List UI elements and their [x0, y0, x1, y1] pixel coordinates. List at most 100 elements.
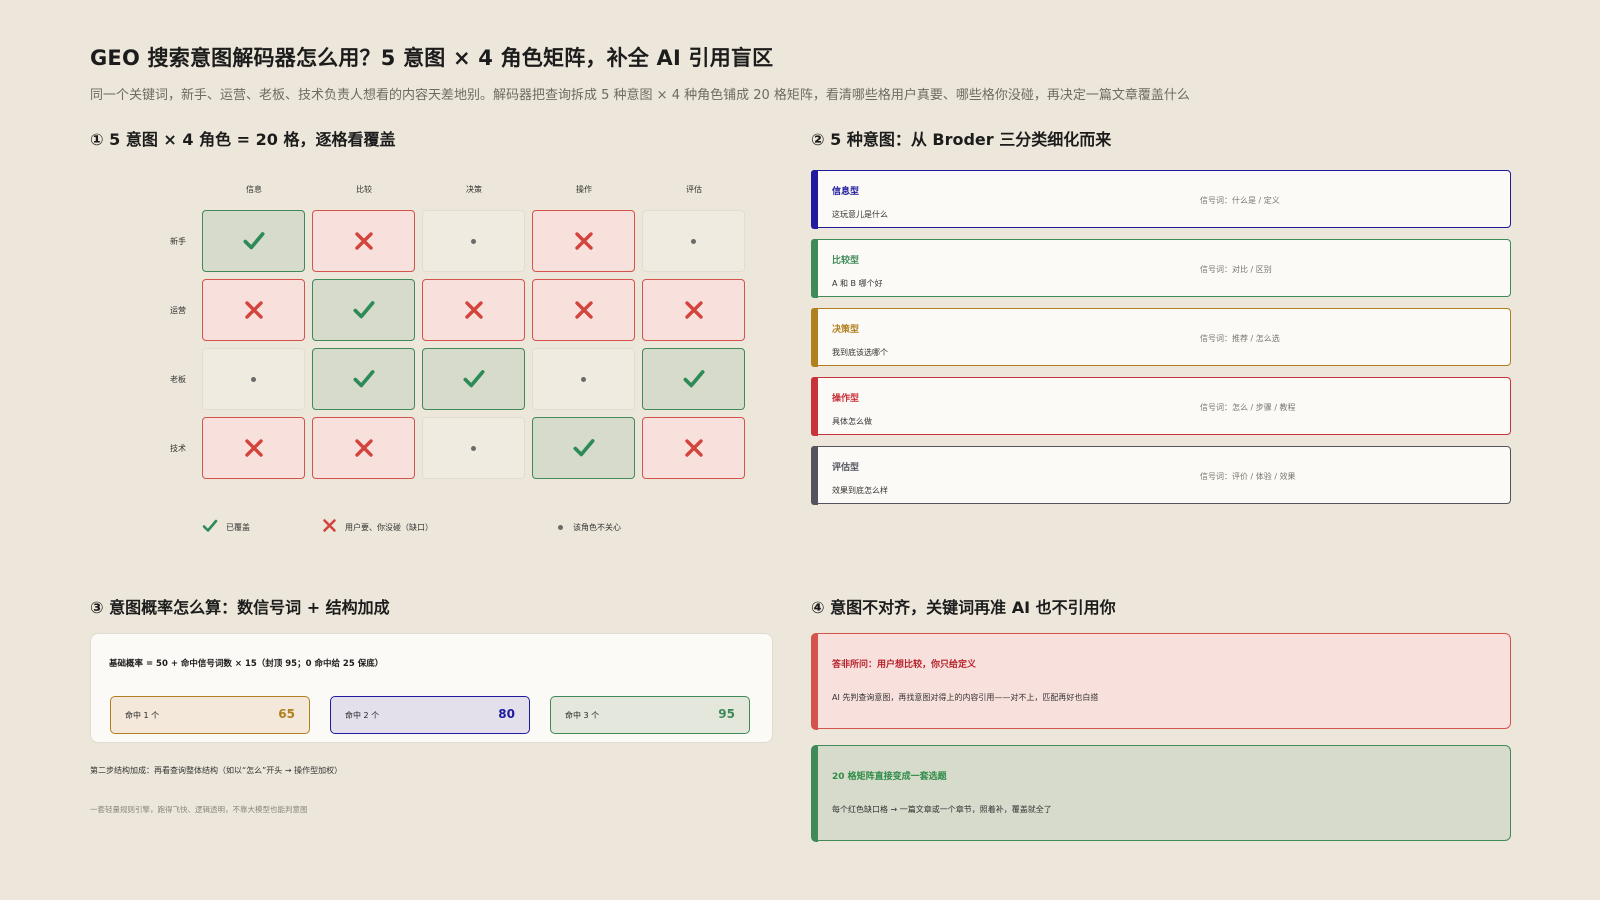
hit-example: 命中 1 个 65: [110, 696, 310, 734]
insight-body: 每个红色缺口格 → 一篇文章或一个章节，照着补，覆盖就全了: [832, 805, 1052, 814]
cross-icon: [354, 439, 373, 457]
intent-card: 比较型 A 和 B 哪个好 信号词：对比 / 区别: [810, 238, 1511, 298]
matrix-row-header: 技术: [170, 444, 186, 453]
matrix-col-header: 操作: [576, 185, 592, 194]
intent-desc: A 和 B 哪个好: [832, 279, 883, 288]
matrix-cell: [422, 210, 525, 272]
intent-name: 操作型: [832, 394, 860, 404]
matrix-cell: [312, 279, 415, 341]
matrix-cell: [202, 348, 305, 410]
intent-color-bar: [810, 238, 818, 298]
intent-color-bar: [810, 169, 818, 229]
matrix-cell: [642, 348, 745, 410]
insight-title: 答非所问：用户想比较，你只给定义: [832, 660, 977, 670]
check-icon: [572, 439, 595, 457]
matrix-cell: [202, 279, 305, 341]
legend-na-label: 该角色不关心: [573, 523, 621, 532]
intent-desc: 具体怎么做: [832, 417, 872, 426]
check-icon: [202, 519, 218, 532]
cross-icon: [574, 301, 593, 319]
legend-yes-label: 已覆盖: [226, 523, 250, 532]
matrix-row-header: 新手: [170, 237, 186, 246]
intent-card: 操作型具体怎么做 信号词：怎么 / 步骤 / 教程: [810, 376, 1511, 436]
page-subtitle: 同一个关键词，新手、运营、老板、技术负责人想看的内容天差地别。解码器把查询拆成 …: [90, 88, 1190, 103]
intent-card: 决策型我到底该选哪个 信号词：推荐 / 怎么选: [810, 307, 1511, 367]
check-icon: [352, 301, 375, 319]
matrix-cell: [532, 417, 635, 479]
intent-name: 评估型: [832, 463, 860, 473]
intent-color-bar: [810, 445, 818, 505]
hit-example: 命中 3 个 95: [550, 696, 750, 734]
dot-icon: [471, 238, 476, 244]
intent-desc: 效果到底怎么样: [832, 486, 888, 495]
matrix-cell: [422, 417, 525, 479]
matrix-row-header: 老板: [170, 375, 186, 384]
hit-example: 命中 2 个 80: [330, 696, 530, 734]
matrix-cell: [532, 279, 635, 341]
matrix-cell: [202, 210, 305, 272]
matrix-col-header: 决策: [466, 185, 482, 194]
intent-signal: 信号词：对比 / 区别: [1200, 265, 1272, 274]
intent-desc: 这玩意儿是什么: [832, 210, 888, 219]
matrix-cell: [532, 210, 635, 272]
dot-icon: [691, 238, 696, 244]
intent-signal: 信号词：推荐 / 怎么选: [1200, 334, 1280, 343]
matrix-cell: [312, 417, 415, 479]
insight-card: 20 格矩阵直接变成一套选题 每个红色缺口格 → 一篇文章或一个章节，照着补，覆盖…: [810, 744, 1511, 842]
engine-note: 一套轻量规则引擎，跑得飞快、逻辑透明，不靠大模型也能判意图: [90, 805, 308, 814]
matrix-cell: [202, 417, 305, 479]
intent-signal: 信号词：怎么 / 步骤 / 教程: [1200, 403, 1296, 412]
dot-icon: [558, 525, 563, 530]
cross-icon: [464, 301, 483, 319]
matrix-col-header: 信息: [246, 185, 262, 194]
matrix-cell: [642, 210, 745, 272]
cross-icon: [684, 439, 703, 457]
intent-card: 评估型效果到底怎么样 信号词：评价 / 体验 / 效果: [810, 445, 1511, 505]
hit-value: 65: [278, 707, 295, 721]
matrix-col-header: 评估: [686, 185, 702, 194]
section4-title: ④ 意图不对齐，关键词再准 AI 也不引用你: [811, 598, 1116, 617]
insight-body: AI 先判查询意图，再找意图对得上的内容引用——对不上，匹配再好也白搭: [832, 693, 1099, 702]
matrix-cell: [532, 348, 635, 410]
cross-icon: [323, 519, 336, 532]
matrix-cell: [642, 279, 745, 341]
section1-title: ① 5 意图 × 4 角色 = 20 格，逐格看覆盖: [90, 130, 396, 149]
check-icon: [242, 232, 265, 250]
cross-icon: [244, 439, 263, 457]
cross-icon: [354, 232, 373, 250]
matrix-cell: [312, 348, 415, 410]
intent-desc: 我到底该选哪个: [832, 348, 888, 357]
matrix-col-header: 比较: [356, 185, 372, 194]
matrix-row-header: 运营: [170, 306, 186, 315]
intent-name: 决策型: [832, 325, 860, 335]
formula-text: 基础概率 = 50 + 命中信号词数 × 15（封顶 95；0 命中给 25 保…: [109, 659, 384, 669]
hit-value: 80: [498, 707, 515, 721]
intent-signal: 信号词：评价 / 体验 / 效果: [1200, 472, 1296, 481]
matrix-cell: [422, 348, 525, 410]
section3-title: ③ 意图概率怎么算：数信号词 + 结构加成: [90, 598, 390, 617]
intent-name: 信息型: [832, 187, 860, 197]
structure-note: 第二步结构加成：再看查询整体结构（如以“怎么”开头 → 操作型加权）: [90, 766, 343, 775]
hit-label: 命中 3 个: [565, 711, 600, 720]
matrix-cell: [312, 210, 415, 272]
hit-label: 命中 2 个: [345, 711, 380, 720]
intent-card: 信息型这玩意儿是什么 信号词：什么是 / 定义: [810, 169, 1511, 229]
matrix-cell: [422, 279, 525, 341]
cross-icon: [244, 301, 263, 319]
cross-icon: [684, 301, 703, 319]
hit-value: 95: [718, 707, 735, 721]
intent-signal: 信号词：什么是 / 定义: [1200, 196, 1280, 205]
dot-icon: [251, 376, 256, 382]
cross-icon: [574, 232, 593, 250]
insight-color-bar: [810, 632, 818, 730]
dot-icon: [471, 445, 476, 451]
matrix-cell: [642, 417, 745, 479]
check-icon: [352, 370, 375, 388]
dot-icon: [581, 376, 586, 382]
check-icon: [462, 370, 485, 388]
intent-name: 比较型: [832, 256, 860, 266]
insight-color-bar: [810, 744, 818, 842]
intent-color-bar: [810, 307, 818, 367]
intent-color-bar: [810, 376, 818, 436]
page-title: GEO 搜索意图解码器怎么用？5 意图 × 4 角色矩阵，补全 AI 引用盲区: [90, 46, 774, 70]
